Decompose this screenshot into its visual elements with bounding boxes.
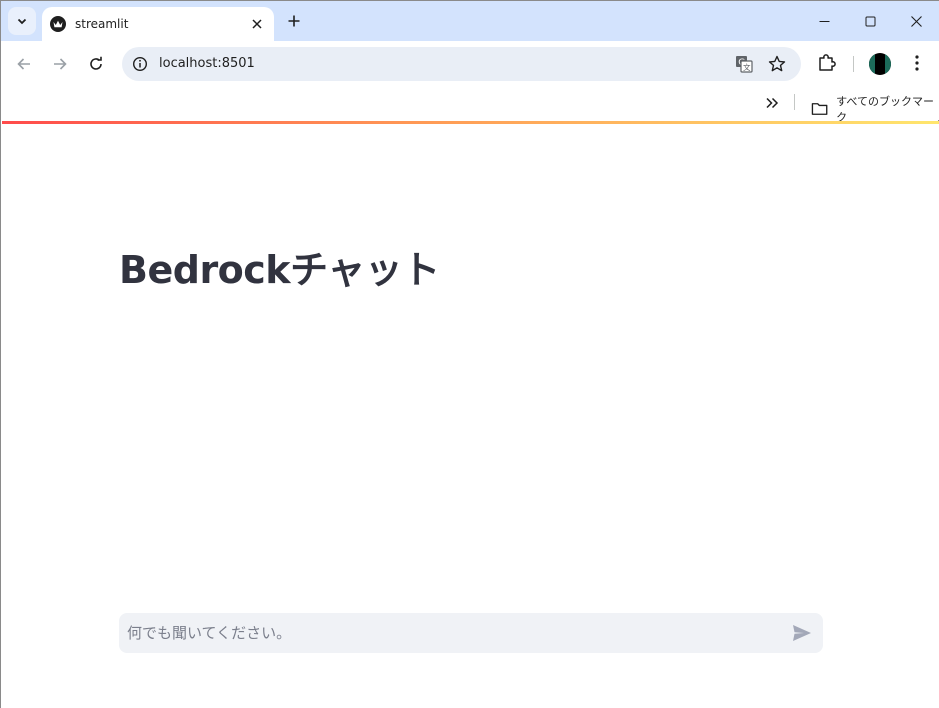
new-tab-button[interactable] bbox=[282, 9, 306, 33]
toolbar-divider bbox=[853, 56, 854, 72]
maximize-button[interactable] bbox=[847, 1, 893, 41]
maximize-icon bbox=[865, 16, 875, 26]
reload-button[interactable] bbox=[81, 49, 111, 79]
bookmarks-bar: すべてのブックマーク bbox=[1, 87, 939, 124]
reload-icon bbox=[90, 56, 102, 70]
chat-input[interactable] bbox=[127, 613, 777, 653]
app-main: Bedrockチャット bbox=[1, 124, 939, 708]
url-text[interactable]: localhost:8501 bbox=[159, 56, 255, 71]
close-icon bbox=[252, 19, 262, 29]
chevron-down-icon bbox=[17, 18, 27, 25]
minimize-icon bbox=[819, 20, 829, 22]
tab-strip: streamlit bbox=[1, 1, 939, 41]
bookmarks-divider bbox=[794, 94, 795, 110]
page-title: Bedrockチャット bbox=[119, 248, 440, 292]
kebab-icon bbox=[915, 55, 919, 71]
browser-toolbar: localhost:8501 G文 bbox=[1, 41, 939, 87]
tab-search-button[interactable] bbox=[8, 7, 36, 35]
address-bar[interactable]: localhost:8501 G文 bbox=[122, 47, 801, 81]
info-icon bbox=[132, 56, 148, 72]
star-icon[interactable] bbox=[767, 54, 787, 74]
send-button[interactable] bbox=[791, 622, 813, 644]
close-window-button[interactable] bbox=[893, 1, 939, 41]
site-info-button[interactable] bbox=[130, 54, 150, 74]
send-icon bbox=[793, 625, 811, 641]
crown-icon bbox=[50, 16, 66, 32]
browser-tab[interactable]: streamlit bbox=[42, 7, 274, 41]
minimize-button[interactable] bbox=[801, 1, 847, 41]
translate-icon[interactable]: G文 bbox=[734, 54, 754, 74]
arrow-right-icon bbox=[54, 58, 67, 70]
chat-input-container[interactable] bbox=[119, 613, 823, 653]
forward-button[interactable] bbox=[45, 49, 75, 79]
folder-icon bbox=[811, 103, 828, 115]
puzzle-icon[interactable] bbox=[816, 52, 838, 74]
close-icon bbox=[910, 15, 922, 27]
tab-close-button[interactable] bbox=[248, 15, 266, 33]
arrow-left-icon bbox=[17, 58, 30, 70]
menu-button[interactable] bbox=[907, 52, 927, 74]
back-button[interactable] bbox=[9, 49, 39, 79]
svg-text:文: 文 bbox=[743, 62, 751, 72]
plus-icon bbox=[288, 15, 300, 27]
tab-title: streamlit bbox=[75, 17, 129, 31]
double-chevron-icon[interactable] bbox=[763, 94, 781, 112]
avatar[interactable] bbox=[869, 53, 891, 75]
